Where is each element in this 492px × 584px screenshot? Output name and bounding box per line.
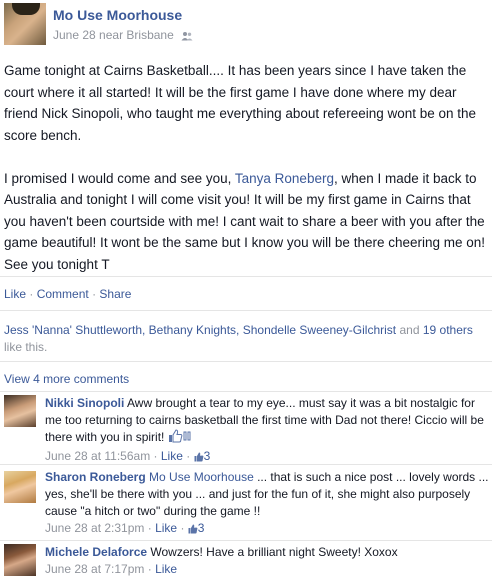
comment-body: Michele Delaforce Wowzers! Have a brilli… <box>45 544 489 578</box>
likers-links[interactable]: Jess 'Nanna' Shuttleworth, Bethany Knigh… <box>4 323 396 337</box>
post-paragraph-2: I promised I would come and see you, Tan… <box>4 168 490 276</box>
separator: · <box>153 449 158 463</box>
author-name-link[interactable]: Mo Use Moorhouse <box>53 7 182 23</box>
post-date-link[interactable]: June 28 <box>53 28 96 42</box>
divider <box>0 361 492 362</box>
commenter-name-link[interactable]: Michele Delaforce <box>45 545 147 559</box>
others-link[interactable]: 19 others <box>423 323 473 337</box>
divider <box>0 464 492 465</box>
comment-time-link[interactable]: June 28 at 11:56am <box>45 449 150 463</box>
like-count-icon <box>188 522 198 539</box>
action-bar: Like · Comment · Share <box>4 287 131 301</box>
comment-time-link[interactable]: June 28 at 7:17pm <box>45 562 144 576</box>
share-button[interactable]: Share <box>99 287 131 301</box>
tagged-user-link[interactable]: Tanya Roneberg <box>235 171 334 186</box>
commenter-avatar[interactable] <box>4 395 36 427</box>
comment-like-count[interactable]: 3 <box>194 449 211 463</box>
comment-button[interactable]: Comment <box>37 287 89 301</box>
separator: · <box>186 449 191 463</box>
comment-like-button[interactable]: Like <box>155 562 177 576</box>
comment-text: Wowzers! Have a brilliant night Sweety! … <box>147 545 398 559</box>
comment-meta: June 28 at 2:31pm · Like · 3 <box>45 520 489 539</box>
separator: · <box>180 521 185 535</box>
view-more-comments-link[interactable]: View 4 more comments <box>4 372 129 386</box>
commenter-name-link[interactable]: Sharon Roneberg <box>45 470 146 484</box>
comment-like-count[interactable]: 3 <box>188 521 205 535</box>
separator: · <box>29 287 34 301</box>
commenter-avatar[interactable] <box>4 471 36 503</box>
post-meta: June 28 near Brisbane <box>53 28 193 44</box>
post-paragraph-1: Game tonight at Cairns Basketball.... It… <box>4 63 477 143</box>
comment-like-button[interactable]: Like <box>155 521 177 535</box>
likes-and: and <box>396 323 423 337</box>
separator: · <box>147 521 152 535</box>
commenter-name-link[interactable]: Nikki Sinopoli <box>45 396 124 410</box>
likes-suffix: like this. <box>4 340 48 354</box>
commenter-avatar[interactable] <box>4 544 36 576</box>
comment-time-link[interactable]: June 28 at 2:31pm <box>45 521 144 535</box>
comment-meta: June 28 at 7:17pm · Like <box>45 561 489 578</box>
divider <box>0 310 492 311</box>
author-avatar[interactable] <box>4 3 46 45</box>
separator: · <box>92 287 97 301</box>
comment-like-count-value: 3 <box>197 521 205 535</box>
likes-summary: Jess 'Nanna' Shuttleworth, Bethany Knigh… <box>4 322 492 356</box>
comment-body: Nikki Sinopoli Aww brought a tear to my … <box>45 395 489 467</box>
like-button[interactable]: Like <box>4 287 26 301</box>
thumbs-up-icon <box>168 429 192 448</box>
post-card: Mo Use Moorhouse June 28 near Brisbane G… <box>0 0 492 584</box>
comment-like-button[interactable]: Like <box>161 449 183 463</box>
comment-body: Sharon Roneberg Mo Use Moorhouse ... tha… <box>45 469 489 539</box>
divider <box>0 276 492 277</box>
paragraph-2-start: I promised I would come and see you, <box>4 170 235 186</box>
post-body: Game tonight at Cairns Basketball.... It… <box>4 60 490 275</box>
divider <box>0 391 492 392</box>
location-link[interactable]: Brisbane <box>126 28 173 42</box>
divider <box>0 540 492 541</box>
friends-icon[interactable] <box>181 30 193 44</box>
location-prefix: near <box>99 28 124 42</box>
tagged-user-link[interactable]: Mo Use Moorhouse <box>149 470 254 484</box>
post-header: Mo Use Moorhouse June 28 near Brisbane <box>0 0 492 48</box>
separator: · <box>147 562 152 576</box>
comment-like-count-value: 3 <box>203 449 211 463</box>
